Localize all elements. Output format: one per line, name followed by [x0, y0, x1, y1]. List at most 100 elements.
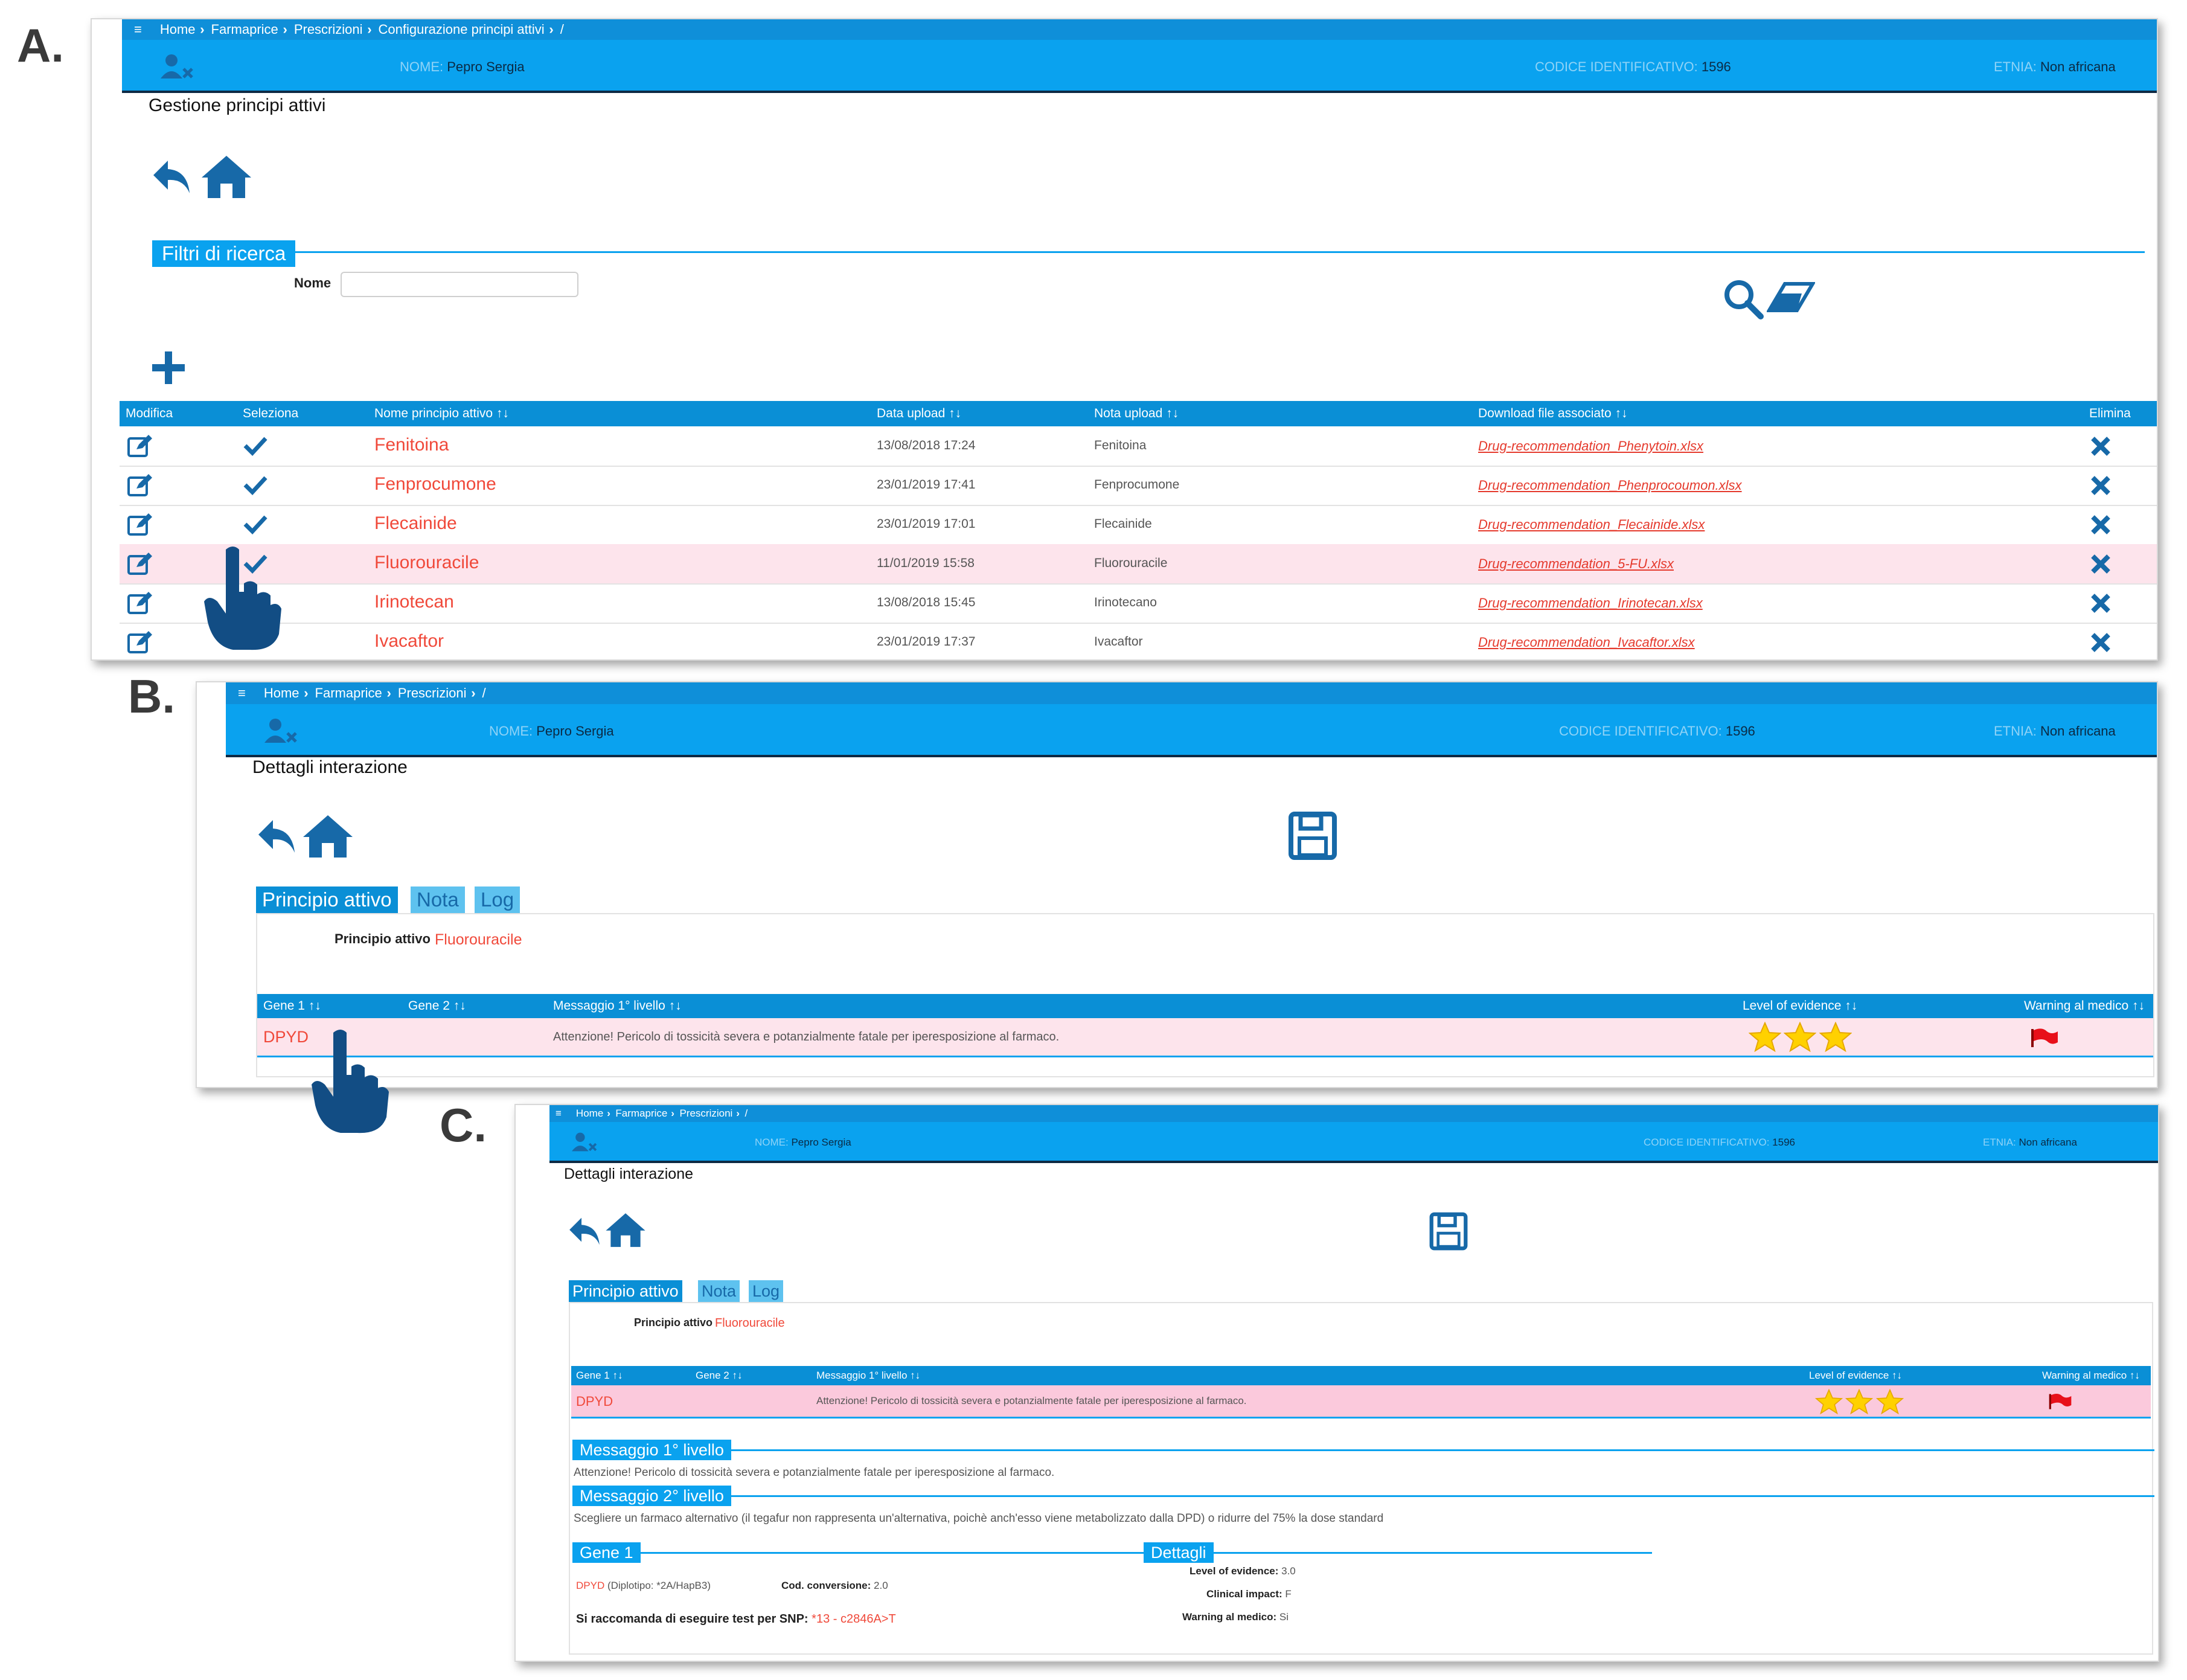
patient-name: NOME: Pepro Sergia — [755, 1137, 851, 1149]
breadcrumb-item[interactable]: Farmaprice › — [615, 1108, 679, 1120]
table-row[interactable]: DPYD Attenzione! Pericolo di tossicità s… — [257, 1018, 2153, 1057]
name-cell[interactable]: Fenitoina — [374, 435, 449, 455]
note-cell: Ivacaftor — [1094, 635, 1143, 649]
user-remove-icon[interactable] — [570, 1132, 598, 1152]
delete-icon[interactable] — [2090, 515, 2111, 535]
snp-value: *13 - c2846A>T — [812, 1612, 896, 1626]
col-evidence[interactable]: Level of evidence ↑↓ — [1743, 994, 1857, 1018]
edit-icon[interactable] — [127, 473, 153, 497]
tab-nota[interactable]: Nota — [698, 1280, 740, 1302]
edit-icon[interactable] — [127, 591, 153, 615]
file-link[interactable]: Drug-recommendation_Phenprocoumon.xlsx — [1478, 478, 1742, 493]
col-gene2[interactable]: Gene 2 ↑↓ — [408, 994, 466, 1018]
delete-icon[interactable] — [2090, 554, 2111, 574]
note-cell: Flecainide — [1094, 517, 1152, 531]
breadcrumb-item[interactable]: Prescrizioni › — [398, 685, 482, 701]
file-link[interactable]: Drug-recommendation_Phenytoin.xlsx — [1478, 438, 1703, 454]
name-cell[interactable]: Fenprocumone — [374, 474, 496, 495]
edit-icon[interactable] — [127, 434, 153, 458]
user-remove-icon[interactable] — [158, 53, 194, 80]
table-row[interactable]: Irinotecan 13/08/2018 15:45 Irinotecano Dru… — [120, 583, 2157, 624]
col-gene1[interactable]: Gene 1 ↑↓ — [263, 994, 321, 1018]
name-filter-input[interactable] — [341, 272, 578, 297]
breadcrumb-item[interactable]: Prescrizioni › — [679, 1108, 744, 1120]
name-cell[interactable]: Irinotecan — [374, 592, 454, 612]
tab-log[interactable]: Log — [475, 886, 520, 913]
back-arrow-icon[interactable] — [255, 815, 298, 858]
table-row[interactable]: Fenitoina 13/08/2018 17:24 Fenitoina Drug-r… — [120, 426, 2157, 467]
file-link[interactable]: Drug-recommendation_Ivacaftor.xlsx — [1478, 635, 1695, 650]
col-messaggio[interactable]: Messaggio 1° livello ↑↓ — [816, 1366, 920, 1385]
home-icon[interactable] — [604, 1211, 647, 1249]
star-icon — [1783, 1021, 1817, 1053]
tab-nota[interactable]: Nota — [411, 886, 465, 913]
col-download[interactable]: Download file associato ↑↓ — [1478, 401, 1627, 426]
edit-icon[interactable] — [127, 630, 153, 654]
tab-log[interactable]: Log — [749, 1280, 784, 1302]
check-icon[interactable] — [243, 474, 268, 496]
col-seleziona[interactable]: Seleziona — [243, 401, 298, 426]
check-icon[interactable] — [243, 513, 268, 535]
home-icon[interactable] — [199, 153, 254, 200]
clinical-value: F — [1285, 1588, 1292, 1600]
breadcrumb-item[interactable]: Configurazione principi attivi › — [379, 22, 560, 37]
file-link[interactable]: Drug-recommendation_Irinotecan.xlsx — [1478, 595, 1703, 611]
tab-principio-attivo[interactable]: Principio attivo — [569, 1280, 682, 1302]
check-icon[interactable] — [243, 435, 268, 457]
col-messaggio[interactable]: Messaggio 1° livello ↑↓ — [553, 994, 682, 1018]
table-row[interactable]: DPYD Attenzione! Pericolo di tossicità s… — [571, 1385, 2151, 1419]
menu-icon[interactable]: ≡ — [556, 1108, 562, 1120]
gene1-section-label: Gene 1 — [572, 1542, 641, 1563]
menu-icon[interactable]: ≡ — [134, 22, 142, 37]
delete-icon[interactable] — [2090, 632, 2111, 653]
search-icon[interactable] — [1722, 278, 1764, 320]
col-warning[interactable]: Warning al medico ↑↓ — [2042, 1366, 2140, 1385]
delete-icon[interactable] — [2090, 593, 2111, 614]
code-value: 1596 — [1701, 59, 1731, 74]
edit-icon[interactable] — [127, 512, 153, 536]
breadcrumb-item[interactable]: Farmaprice › — [315, 685, 398, 701]
gene1-name: DPYD — [576, 1580, 605, 1591]
table-row[interactable]: Fenprocumone 23/01/2019 17:41 Fenprocumone… — [120, 466, 2157, 506]
col-gene2[interactable]: Gene 2 ↑↓ — [696, 1366, 743, 1385]
back-arrow-icon[interactable] — [566, 1214, 603, 1249]
breadcrumb-item[interactable]: Home › — [160, 22, 211, 37]
user-remove-icon[interactable] — [262, 717, 298, 744]
home-icon[interactable] — [301, 813, 355, 860]
name-cell[interactable]: Ivacaftor — [374, 631, 444, 652]
add-icon[interactable] — [150, 349, 187, 386]
eraser-icon[interactable] — [1767, 280, 1815, 314]
col-data[interactable]: Data upload ↑↓ — [877, 401, 961, 426]
table-row[interactable]: Ivacaftor 23/01/2019 17:37 Ivacaftor Drug-r… — [120, 623, 2157, 659]
tab-principio-attivo[interactable]: Principio attivo — [256, 886, 398, 913]
table-header: Modifica Seleziona Nome principio attivo… — [120, 401, 2157, 426]
delete-icon[interactable] — [2090, 475, 2111, 496]
col-elimina[interactable]: Elimina — [2089, 401, 2131, 426]
back-arrow-icon[interactable] — [150, 156, 193, 198]
file-link[interactable]: Drug-recommendation_Flecainide.xlsx — [1478, 517, 1705, 533]
col-evidence[interactable]: Level of evidence ↑↓ — [1809, 1366, 1902, 1385]
col-warning[interactable]: Warning al medico ↑↓ — [2024, 994, 2145, 1018]
table-row[interactable]: Fluorouracile 11/01/2019 15:58 Fluorouraci… — [120, 544, 2157, 585]
menu-icon[interactable]: ≡ — [238, 685, 246, 701]
breadcrumb-item[interactable]: Home › — [264, 685, 315, 701]
edit-icon[interactable] — [127, 551, 153, 575]
col-gene1[interactable]: Gene 1 ↑↓ — [576, 1366, 623, 1385]
panel-c-window: ≡ Home › Farmaprice › Prescrizioni › / NOME… — [514, 1104, 2159, 1662]
name-cell[interactable]: Fluorouracile — [374, 553, 479, 573]
warning-label: Warning al medico: — [1182, 1611, 1277, 1623]
breadcrumb-item[interactable]: Farmaprice › — [211, 22, 294, 37]
save-icon[interactable] — [1287, 810, 1338, 861]
table-row[interactable]: Flecainide 23/01/2019 17:01 Flecainide Drug… — [120, 505, 2157, 545]
col-modifica[interactable]: Modifica — [126, 401, 173, 426]
col-nome[interactable]: Nome principio attivo ↑↓ — [374, 401, 509, 426]
file-link[interactable]: Drug-recommendation_5-FU.xlsx — [1478, 556, 1674, 572]
gene1-cell[interactable]: DPYD — [576, 1394, 613, 1409]
col-nota[interactable]: Nota upload ↑↓ — [1094, 401, 1179, 426]
delete-icon[interactable] — [2090, 436, 2111, 457]
name-cell[interactable]: Flecainide — [374, 513, 457, 534]
breadcrumb-item[interactable]: Prescrizioni › — [294, 22, 379, 37]
save-icon[interactable] — [1429, 1211, 1468, 1251]
breadcrumb-item[interactable]: Home › — [576, 1108, 615, 1120]
gene1-cell[interactable]: DPYD — [263, 1028, 309, 1047]
